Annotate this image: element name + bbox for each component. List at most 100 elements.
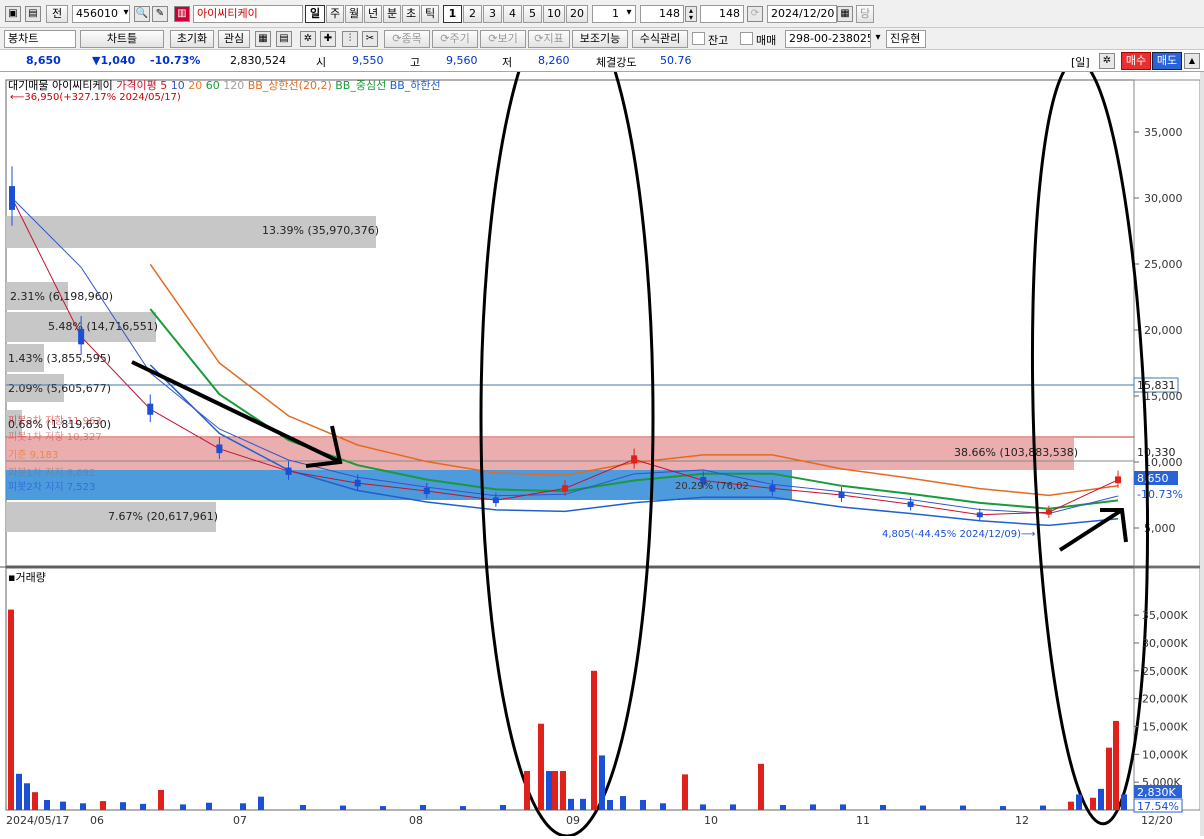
main-toolbar: ▣ ▤ 전 456010 ▾ 🔍 ✎ ▥ 아이씨티케이 일 주 월 년 분 초 … xyxy=(0,0,1204,28)
interval-2[interactable]: 2 xyxy=(463,5,482,23)
price-tick-label: 30,000 xyxy=(1144,192,1183,205)
period-week[interactable]: 주 xyxy=(326,5,344,23)
period-month[interactable]: 월 xyxy=(345,5,363,23)
legend-ma20[interactable]: 20 xyxy=(188,79,202,92)
legend-ma5[interactable]: 가격이평 5 xyxy=(116,79,167,92)
save-icon[interactable]: ▤ xyxy=(25,6,41,22)
interval-3[interactable]: 3 xyxy=(483,5,502,23)
period-minute[interactable]: 분 xyxy=(383,5,401,23)
table-icon[interactable]: ▤ xyxy=(276,31,292,47)
candle-body xyxy=(1115,476,1121,484)
volume-bar xyxy=(340,805,346,810)
count-input[interactable]: 148 xyxy=(640,5,684,23)
view-button[interactable]: ⟳보기 xyxy=(480,30,526,48)
dang-button[interactable]: 당 xyxy=(856,5,874,23)
legend-ma120[interactable]: 120 xyxy=(223,79,244,92)
chevron-down-icon[interactable]: ▾ xyxy=(871,31,885,47)
trade-checkbox[interactable] xyxy=(740,32,753,45)
chart-type-select[interactable]: 봉차트 xyxy=(4,30,76,48)
tool-icon[interactable]: ✎ xyxy=(152,6,168,22)
legend-ma60[interactable]: 60 xyxy=(206,79,220,92)
chevron-down-icon[interactable]: ▾ xyxy=(118,6,134,22)
period-second[interactable]: 초 xyxy=(402,5,420,23)
volume-bar xyxy=(60,801,66,810)
legend-stock-name[interactable]: 아이씨티케이 xyxy=(52,79,113,92)
sell-button[interactable]: 매도 xyxy=(1152,52,1182,70)
volume-bar xyxy=(140,803,146,810)
volume-bar xyxy=(920,805,926,810)
grid-icon[interactable]: ▦ xyxy=(255,31,271,47)
candle-body xyxy=(907,501,914,507)
trade-label: 매매 xyxy=(756,34,777,47)
unit-label: [일] xyxy=(1071,56,1090,69)
scissors-icon[interactable]: ✂ xyxy=(362,31,378,47)
pivot-range-label: 20.29% (76,02 xyxy=(675,481,749,492)
reset-button[interactable]: 초기화 xyxy=(170,30,214,48)
period-tick[interactable]: 틱 xyxy=(421,5,439,23)
balance-checkbox[interactable] xyxy=(692,32,705,45)
chart-legend: 대기매물 아이씨티케이 가격이평 5 10 20 60 120 BB_상한선(2… xyxy=(8,77,441,93)
chart-area: 35,000 30,000 25,000 20,000 15,000 10,000 5,00… xyxy=(0,0,1204,838)
chevron-down-icon[interactable]: ▾ xyxy=(621,6,637,22)
time-label: 08 xyxy=(409,814,423,827)
jeon-button[interactable]: 전 xyxy=(46,5,68,23)
account-select[interactable]: 298-00-238025 xyxy=(785,30,871,48)
chart-template-button[interactable]: 차트틀 xyxy=(80,30,164,48)
volume-profile-label: 7.67% (20,617,961) xyxy=(108,510,218,523)
window-icon[interactable]: ▣ xyxy=(5,6,21,22)
interval-10[interactable]: 10 xyxy=(543,5,565,23)
pivot-label: 기준 9,183 xyxy=(8,449,58,461)
interest-button[interactable]: 관심 xyxy=(218,30,250,48)
volume-bar xyxy=(840,804,846,810)
change-rate: -10.73% xyxy=(150,54,201,67)
gear-icon[interactable]: ✲ xyxy=(300,31,316,47)
volume-bar xyxy=(44,799,50,810)
volume-bar xyxy=(500,804,506,810)
period-button[interactable]: ⟳주기 xyxy=(432,30,478,48)
aux-function-button[interactable]: 보조기능 xyxy=(572,30,628,48)
filter-icon[interactable]: ▥ xyxy=(174,6,190,22)
calendar-icon[interactable]: ▦ xyxy=(837,6,853,22)
volume-tick-label: 30,000K xyxy=(1142,637,1188,650)
settings-icon[interactable]: ✲ xyxy=(1099,53,1115,69)
refresh-icon[interactable]: ⟳ xyxy=(747,6,763,22)
buy-button[interactable]: 매수 xyxy=(1121,52,1151,70)
stock-name-field[interactable]: 아이씨티케이 xyxy=(193,5,303,23)
period-year[interactable]: 년 xyxy=(364,5,382,23)
scroll-up-icon[interactable]: ▲ xyxy=(1184,53,1200,69)
candle-body xyxy=(976,512,983,518)
crosshair-icon[interactable]: ✚ xyxy=(320,31,336,47)
volume-bar xyxy=(460,806,466,810)
time-label: 12 xyxy=(1015,814,1029,827)
item-button[interactable]: ⟳종목 xyxy=(384,30,430,48)
high-price: 9,560 xyxy=(446,54,478,67)
volume-bar xyxy=(591,670,597,810)
interval-5[interactable]: 5 xyxy=(523,5,542,23)
volume-bar xyxy=(660,803,666,810)
low-price: 8,260 xyxy=(538,54,570,67)
indicator-button[interactable]: ⟳지표 xyxy=(528,30,570,48)
volume-tick-label: 35,000K xyxy=(1142,609,1188,622)
candle-body xyxy=(562,485,568,492)
open-price: 9,550 xyxy=(352,54,384,67)
interval-1[interactable]: 1 xyxy=(443,5,462,23)
legend-bb-upper[interactable]: BB_상한선(20,2) xyxy=(248,79,332,92)
legend-bb-mid[interactable]: BB_중심선 xyxy=(335,79,386,92)
period-day[interactable]: 일 xyxy=(305,5,325,23)
strength-label: 체결강도 xyxy=(596,56,637,69)
formula-button[interactable]: 수식관리 xyxy=(632,30,688,48)
date-input[interactable]: 2024/12/20 xyxy=(767,5,837,23)
volume-bar xyxy=(380,806,386,810)
legend-ma10[interactable]: 10 xyxy=(171,79,185,92)
interval-20[interactable]: 20 xyxy=(566,5,588,23)
candle-body xyxy=(631,455,638,464)
spinner-icon[interactable]: ▴ ▾ xyxy=(685,6,697,22)
candle-icon[interactable]: ⫶ xyxy=(342,31,358,47)
high-label: 고 xyxy=(410,56,421,69)
search-icon[interactable]: 🔍 xyxy=(134,6,150,22)
legend-profile[interactable]: 대기매물 xyxy=(8,79,48,92)
volume-bar xyxy=(80,803,86,810)
interval-4[interactable]: 4 xyxy=(503,5,522,23)
volume-bar xyxy=(1121,794,1127,810)
legend-bb-lower[interactable]: BB_하한선 xyxy=(390,79,441,92)
